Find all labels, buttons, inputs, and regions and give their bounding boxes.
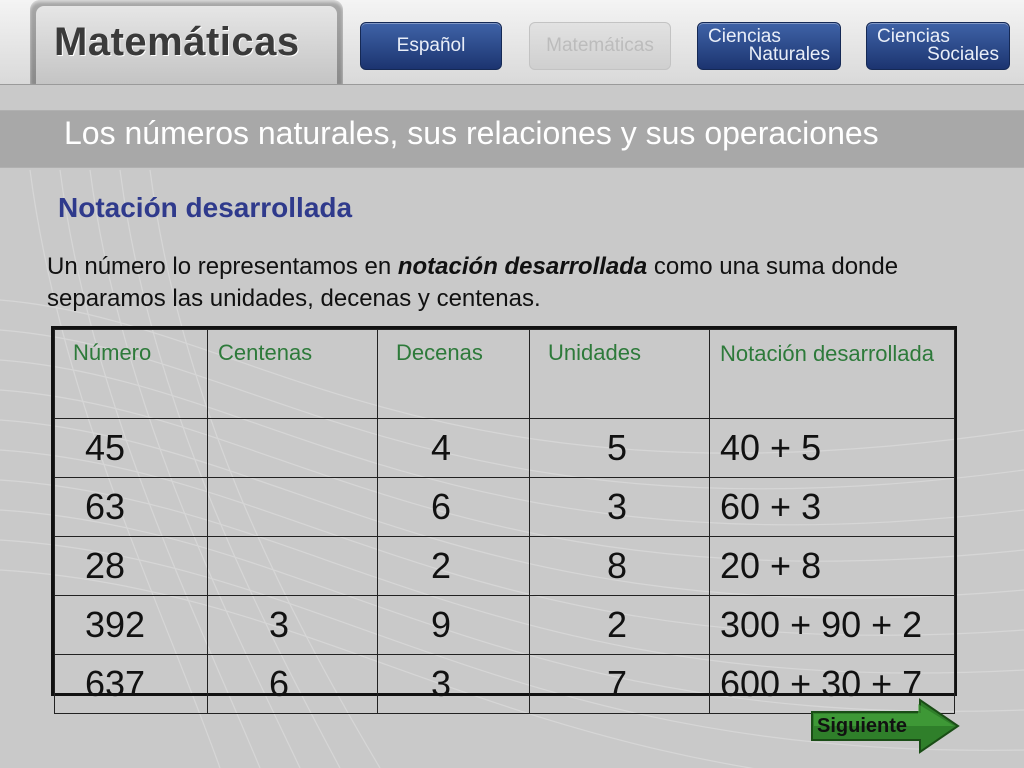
table-row: 45 4 5 40 + 5 (54, 418, 955, 478)
notation-table: Número Centenas Decenas Unidades Notació… (54, 329, 955, 714)
nav-button-espanol[interactable]: Español (360, 22, 502, 70)
table-row: 63 6 3 60 + 3 (54, 477, 955, 537)
column-header-decenas: Decenas (377, 329, 530, 419)
intro-emphasis: notación desarrollada (397, 253, 648, 280)
cell-numero: 637 (54, 654, 208, 714)
next-button[interactable]: Siguiente (810, 698, 960, 754)
nav-button-label-line2: Sociales (927, 44, 999, 65)
nav-button-label-line2: Naturales (748, 44, 830, 65)
nav-button-ciencias-naturales[interactable]: Ciencias Naturales (697, 22, 841, 70)
notation-table-container: Número Centenas Decenas Unidades Notació… (51, 326, 957, 714)
cell-unidades: 3 (529, 477, 710, 537)
table-row: 28 2 8 20 + 8 (54, 536, 955, 596)
table-row: 392 3 9 2 300 + 90 + 2 (54, 595, 955, 655)
column-header-numero: Número (54, 329, 208, 419)
cell-numero: 63 (54, 477, 208, 537)
next-button-label: Siguiente (817, 715, 908, 737)
cell-decenas: 9 (377, 595, 530, 655)
column-header-notacion: Notación desarrollada (709, 329, 955, 419)
nav-button-matematicas[interactable]: Matemáticas (529, 22, 671, 70)
section-title: Notación desarrollada (58, 192, 353, 223)
cell-unidades: 8 (529, 536, 710, 596)
nav-button-label: Español (396, 35, 466, 56)
cell-decenas: 6 (377, 477, 530, 537)
page-subtitle: Los números naturales, sus relaciones y … (64, 115, 879, 151)
column-header-centenas: Centenas (207, 329, 378, 419)
cell-unidades: 2 (529, 595, 710, 655)
cell-notacion: 300 + 90 + 2 (709, 595, 955, 655)
intro-text-before: Un número lo representamos en (47, 253, 398, 280)
cell-notacion: 60 + 3 (709, 477, 955, 537)
cell-centenas (207, 477, 378, 537)
cell-centenas (207, 536, 378, 596)
title-tab: Matemáticas (30, 0, 343, 84)
app-title: Matemáticas (54, 20, 300, 64)
cell-decenas: 2 (377, 536, 530, 596)
column-header-unidades: Unidades (529, 329, 710, 419)
table-header-row: Número Centenas Decenas Unidades Notació… (54, 329, 955, 419)
cell-numero: 28 (54, 536, 208, 596)
cell-centenas: 3 (207, 595, 378, 655)
title-tab-inner: Matemáticas (36, 6, 337, 84)
cell-centenas: 6 (207, 654, 378, 714)
cell-centenas (207, 418, 378, 478)
nav-button-ciencias-sociales[interactable]: Ciencias Sociales (866, 22, 1010, 70)
cell-unidades: 7 (529, 654, 710, 714)
nav-button-label: Matemáticas (546, 35, 654, 56)
cell-decenas: 3 (377, 654, 530, 714)
cell-unidades: 5 (529, 418, 710, 478)
cell-decenas: 4 (377, 418, 530, 478)
intro-paragraph: Un número lo representamos en notación d… (47, 251, 977, 315)
cell-notacion: 40 + 5 (709, 418, 955, 478)
cell-numero: 45 (54, 418, 208, 478)
cell-notacion: 20 + 8 (709, 536, 955, 596)
cell-numero: 392 (54, 595, 208, 655)
top-navigation-bar: Matemáticas Español Matemáticas Ciencias… (0, 0, 1024, 85)
